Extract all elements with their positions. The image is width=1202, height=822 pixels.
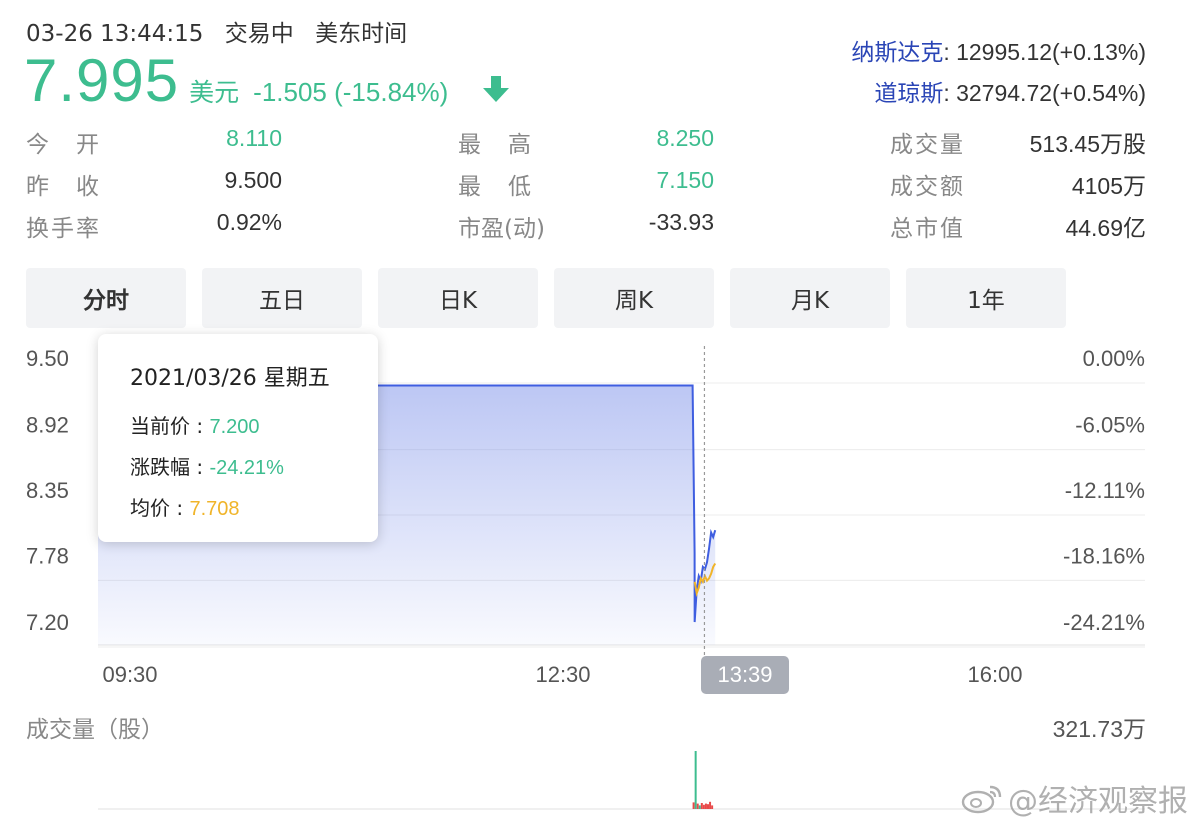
- volume-bar: [700, 803, 703, 809]
- index-nasdaq[interactable]: 纳斯达克: 12995.12(+0.13%): [851, 32, 1146, 73]
- index-value: : 32794.72(+0.54%): [943, 80, 1146, 106]
- volume-bar: [694, 751, 697, 809]
- currency-label: 美元: [189, 78, 240, 107]
- watermark: @经济观察报: [960, 776, 1188, 820]
- stat-pe: -33.93: [648, 209, 714, 235]
- stat-label-pe: 市盈(动): [458, 216, 545, 242]
- volume-max: 321.73万: [1052, 716, 1146, 742]
- y-tick-label-pct: 0.00%: [1083, 346, 1145, 371]
- volume-title: 成交量（股）: [26, 717, 164, 743]
- market-indices: 纳斯达克: 12995.12(+0.13%) 道琼斯: 32794.72(+0.…: [851, 32, 1146, 114]
- volume-bar: [704, 803, 707, 809]
- stat-high: 8.250: [656, 125, 714, 151]
- tab-daily-k[interactable]: 日K: [378, 268, 538, 328]
- current-price: 7.995: [24, 47, 180, 114]
- stat-prev-close: 9.500: [224, 167, 282, 193]
- y-tick-label-pct: -18.16%: [1063, 543, 1145, 568]
- crosshair-time-label: 13:39: [701, 656, 789, 694]
- volume-bar: [709, 801, 712, 809]
- arrow-down-icon: [483, 76, 509, 102]
- tooltip-avg: 7.708: [189, 498, 240, 520]
- stat-volume: 513.45万股: [1029, 131, 1146, 157]
- stat-label-low: 最 低: [458, 174, 533, 200]
- volume-bar: [692, 802, 695, 809]
- stat-low: 7.150: [656, 167, 714, 193]
- tab-intraday[interactable]: 分时: [26, 268, 186, 328]
- x-tick-label: 12:30: [535, 662, 590, 687]
- stat-open: 8.110: [226, 125, 282, 151]
- tab-five-day[interactable]: 五日: [202, 268, 362, 328]
- volume-bar: [698, 805, 701, 809]
- quote-status-line: 03-26 13:44:15 交易中 美东时间: [26, 14, 421, 48]
- quote-stats: 今 开 8.110 昨 收 9.500 换手率 0.92% 最 高 8.250 …: [0, 120, 1202, 242]
- stat-label-amount: 成交额: [890, 174, 965, 200]
- stat-amount: 4105万: [1071, 173, 1146, 199]
- y-tick-label-pct: -6.05%: [1075, 413, 1145, 438]
- stat-label-market-cap: 总市值: [890, 216, 965, 242]
- tooltip-price-label: 当前价 :: [130, 414, 210, 438]
- tooltip-date: 2021/03/26 星期五: [130, 366, 330, 391]
- tooltip-price-row: 当前价 : 7.200: [130, 406, 378, 447]
- stat-label-open: 今 开: [26, 132, 101, 158]
- x-tick-label: 16:00: [967, 662, 1022, 687]
- chart-period-tabs: 分时 五日 日K 周K 月K 1年: [26, 268, 1082, 328]
- stat-market-cap: 44.69亿: [1065, 215, 1146, 241]
- price-tooltip: 2021/03/26 星期五 当前价 : 7.200 涨跌幅 : -24.21%…: [98, 334, 378, 542]
- weibo-icon: [961, 785, 1002, 814]
- index-name[interactable]: 道琼斯: [874, 81, 943, 107]
- x-tick-label: 09:30: [102, 662, 157, 687]
- index-value: : 12995.12(+0.13%): [943, 39, 1146, 65]
- y-tick-label: 9.50: [26, 346, 69, 371]
- tooltip-change: -24.21%: [209, 457, 284, 479]
- y-tick-label-pct: -12.11%: [1065, 478, 1145, 503]
- stat-label-prev-close: 昨 收: [26, 174, 101, 200]
- y-tick-label: 8.92: [26, 413, 69, 438]
- stat-turnover: 0.92%: [216, 209, 282, 235]
- trade-status: 交易中: [224, 21, 294, 47]
- volume-bar: [707, 804, 709, 809]
- y-tick-label: 7.20: [26, 610, 69, 635]
- tooltip-avg-row: 均价 : 7.708: [130, 488, 378, 529]
- index-name[interactable]: 纳斯达克: [851, 40, 943, 66]
- tab-weekly-k[interactable]: 周K: [554, 268, 714, 328]
- volume-bar: [696, 803, 699, 809]
- price-change: -1.505 (-15.84%): [253, 77, 449, 107]
- watermark-text: @经济观察报: [1008, 784, 1188, 819]
- timezone-label: 美东时间: [315, 21, 408, 47]
- stat-label-turnover: 换手率: [26, 216, 101, 242]
- volume-bar: [702, 804, 705, 809]
- volume-bar: [711, 805, 714, 809]
- price-row: 7.995 美元 -1.505 (-15.84%): [24, 46, 448, 115]
- tab-one-year[interactable]: 1年: [906, 268, 1066, 328]
- y-tick-label: 8.35: [26, 478, 69, 503]
- y-tick-label-pct: -24.21%: [1063, 610, 1145, 635]
- y-tick-label: 7.78: [26, 543, 69, 568]
- tooltip-avg-label: 均价 :: [130, 496, 190, 520]
- stat-label-volume: 成交量: [890, 132, 965, 158]
- stat-label-high: 最 高: [458, 132, 533, 158]
- tooltip-price: 7.200: [209, 416, 260, 438]
- tooltip-change-row: 涨跌幅 : -24.21%: [130, 447, 378, 488]
- index-dow[interactable]: 道琼斯: 32794.72(+0.54%): [851, 73, 1146, 114]
- tooltip-change-label: 涨跌幅 :: [130, 455, 210, 479]
- tab-monthly-k[interactable]: 月K: [730, 268, 890, 328]
- quote-datetime: 03-26 13:44:15: [26, 21, 204, 47]
